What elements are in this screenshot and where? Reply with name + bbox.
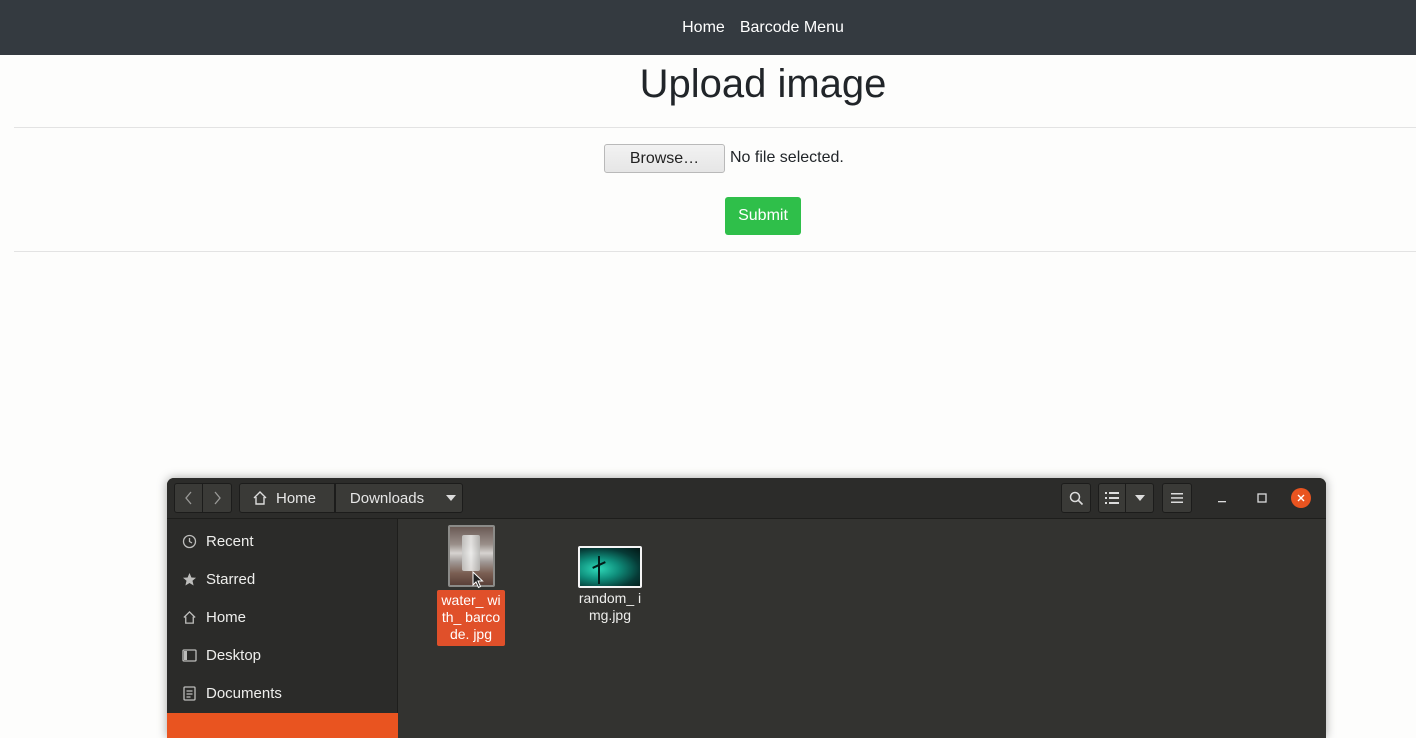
nav-links: Home Barcode Menu xyxy=(0,0,1416,55)
path-downloads-button[interactable]: Downloads xyxy=(335,483,463,513)
thumbnail-content xyxy=(598,556,600,584)
thumbnail-content xyxy=(461,535,480,571)
minimize-button[interactable] xyxy=(1211,487,1233,509)
chevron-left-icon xyxy=(184,491,191,505)
maximize-button[interactable] xyxy=(1251,487,1273,509)
view-options-dropdown[interactable] xyxy=(1126,483,1154,513)
top-navbar: Home Barcode Menu xyxy=(0,0,1416,55)
sidebar-item-desktop[interactable]: Desktop xyxy=(167,636,398,674)
sidebar-item-recent[interactable]: Recent xyxy=(167,522,398,560)
divider-top xyxy=(14,127,1416,128)
sidebar-item-label: Desktop xyxy=(206,646,262,664)
hamburger-icon xyxy=(1171,493,1183,503)
nav-link-home[interactable]: Home xyxy=(682,19,725,37)
file-name-label: water_ with_ barcode. jpg xyxy=(437,590,505,646)
file-item-water-with-barcode[interactable]: water_ with_ barcode. jpg xyxy=(436,525,506,646)
minimize-icon xyxy=(1218,501,1226,503)
clock-icon xyxy=(181,533,197,549)
path-home-button[interactable]: Home xyxy=(239,483,335,513)
desktop-icon xyxy=(181,647,197,663)
file-thumbnail xyxy=(447,525,495,589)
sidebar-item-label: Starred xyxy=(206,570,256,588)
file-chooser-window: Home Downloads Recent Starred Home Deskt… xyxy=(167,478,1326,738)
file-status-text: No file selected. xyxy=(730,149,844,166)
star-icon xyxy=(181,571,197,587)
maximize-icon xyxy=(1257,493,1267,503)
browse-button[interactable]: Browse… xyxy=(604,144,725,173)
submit-button[interactable]: Submit xyxy=(725,197,801,235)
mouse-pointer-icon xyxy=(472,571,484,589)
chevron-right-icon xyxy=(214,491,221,505)
file-thumbnail xyxy=(578,546,642,588)
document-icon xyxy=(181,685,197,701)
list-view-button[interactable] xyxy=(1098,483,1126,513)
close-button[interactable] xyxy=(1291,488,1311,508)
file-item-random-img[interactable]: random_ img.jpg xyxy=(575,546,645,624)
close-icon xyxy=(1297,494,1305,502)
home-icon xyxy=(253,491,267,505)
list-view-icon xyxy=(1105,492,1119,504)
sidebar-item-label: Documents xyxy=(206,684,282,702)
path-home-label: Home xyxy=(275,489,316,507)
sidebar-item-starred[interactable]: Starred xyxy=(167,560,398,598)
places-sidebar: Recent Starred Home Desktop Documents xyxy=(167,519,398,738)
caret-down-icon xyxy=(446,495,457,501)
caret-down-icon xyxy=(1134,495,1145,501)
sidebar-item-active-highlight[interactable] xyxy=(167,713,398,738)
menu-button[interactable] xyxy=(1162,483,1192,513)
sidebar-item-label: Recent xyxy=(206,532,254,550)
file-chooser-header: Home Downloads xyxy=(167,478,1326,519)
file-view: water_ with_ barcode. jpg random_ img.jp… xyxy=(399,519,1326,738)
sidebar-item-home[interactable]: Home xyxy=(167,598,398,636)
nav-link-barcode-menu[interactable]: Barcode Menu xyxy=(740,19,844,37)
forward-button[interactable] xyxy=(203,483,232,513)
back-button[interactable] xyxy=(174,483,203,513)
page-title: Upload image xyxy=(639,62,887,106)
file-name-label: random_ img.jpg xyxy=(578,590,642,623)
path-downloads-label: Downloads xyxy=(349,489,425,507)
divider-bottom xyxy=(14,251,1416,252)
search-icon xyxy=(1069,491,1083,505)
sidebar-item-documents[interactable]: Documents xyxy=(167,674,398,712)
sidebar-item-label: Home xyxy=(206,608,247,626)
search-button[interactable] xyxy=(1061,483,1091,513)
home-icon xyxy=(181,609,197,625)
